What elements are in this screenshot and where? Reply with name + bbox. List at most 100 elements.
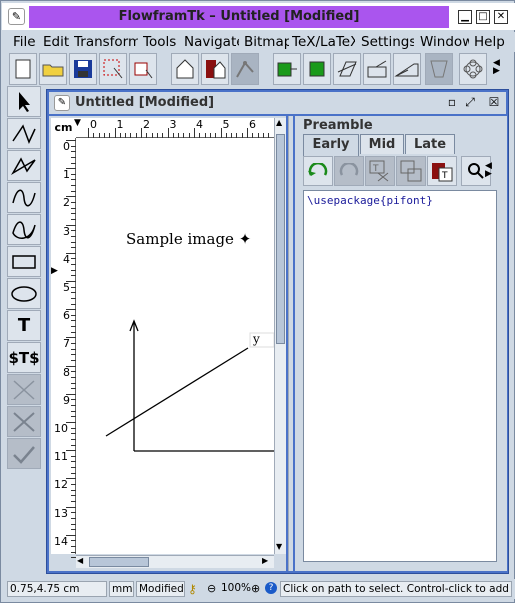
select-with-arrow-icon[interactable] — [129, 53, 157, 85]
hruler-major-tick — [247, 128, 248, 138]
cut-icon[interactable]: T — [365, 156, 395, 186]
green-object-forward-icon[interactable] — [273, 53, 301, 85]
vruler-label: 4 — [63, 252, 70, 266]
save-icon[interactable] — [69, 53, 97, 85]
ellipse-icon[interactable] — [7, 278, 41, 309]
text-icon[interactable]: T — [7, 310, 41, 341]
select-area-icon[interactable] — [99, 53, 127, 85]
preamble-editor[interactable]: \usepackage{pifont} — [303, 190, 497, 562]
open-line-icon[interactable] — [7, 118, 41, 149]
toolbar-overflow-icon[interactable]: ◀ ▶ — [493, 59, 500, 76]
scroll-up-icon[interactable]: ▲ — [276, 118, 282, 127]
hruler-label: 4 — [196, 118, 203, 131]
math-text-icon[interactable]: $T$ — [7, 342, 41, 373]
minimize-icon[interactable]: ▁ — [458, 10, 472, 24]
y-axis-label[interactable]: y — [253, 332, 260, 346]
menu-navigate[interactable]: Navigate — [184, 34, 239, 50]
preamble-toolbar-overflow-icon[interactable]: ◀ ▶ — [485, 162, 492, 179]
vruler-label: 14 — [54, 534, 68, 548]
vruler-label: 5 — [63, 281, 70, 294]
open-curve-icon[interactable] — [7, 182, 41, 213]
zoom-level[interactable]: 100% — [221, 582, 251, 594]
skew-icon[interactable] — [333, 53, 361, 85]
shape-merge-icon[interactable] — [425, 53, 453, 85]
status-message: Click on path to select. Control-click t… — [280, 581, 512, 597]
disabled-cross-1-icon[interactable] — [7, 374, 41, 405]
green-object-back-icon[interactable] — [303, 53, 331, 85]
menu-help[interactable]: Help — [474, 34, 510, 50]
close-icon[interactable]: ☒ — [487, 96, 501, 110]
document-window: ✎ Untitled [Modified] ▫ ⤢ ☒ cm 0 1 2 3 4 5 6 ▼ … — [46, 89, 509, 574]
menu-file[interactable]: File — [13, 34, 41, 50]
scroll-down-icon[interactable]: ▼ — [276, 542, 282, 551]
horizontal-scrollbar[interactable]: ◀ ▶ — [76, 555, 274, 568]
zoom-in-icon[interactable]: ⊕ — [251, 582, 260, 595]
rectangle-icon[interactable] — [7, 246, 41, 277]
hruler-label: 1 — [116, 118, 124, 131]
hruler-label: 0 — [90, 118, 97, 131]
scale-icon[interactable] — [393, 53, 421, 85]
tab-late[interactable]: Late — [405, 134, 455, 154]
vruler-label: 9 — [63, 393, 70, 407]
house-frame-icon[interactable] — [171, 53, 199, 85]
disabled-check-icon[interactable] — [7, 438, 41, 469]
undo-icon[interactable] — [303, 156, 333, 186]
tab-mid[interactable]: Mid — [360, 134, 404, 154]
menu-edit[interactable]: Edit — [43, 34, 72, 50]
menu-window[interactable]: Window — [420, 34, 469, 50]
menu-settings[interactable]: Settings — [361, 34, 414, 50]
svg-text:T: T — [441, 171, 448, 181]
drawing-canvas[interactable]: Sample image ✦ y — [76, 138, 274, 554]
pattern-icon[interactable] — [459, 53, 487, 85]
select-arrow-icon[interactable] — [7, 86, 41, 117]
status-unit[interactable]: mm — [109, 581, 134, 597]
iconify-icon[interactable]: ▫ — [445, 96, 459, 110]
split-pane-divider[interactable] — [288, 116, 293, 571]
new-file-icon[interactable] — [9, 53, 37, 85]
horizontal-scroll-thumb[interactable] — [89, 557, 149, 567]
menu-bitmap[interactable]: Bitmap — [244, 34, 289, 50]
open-folder-icon[interactable] — [39, 53, 67, 85]
hruler-major-tick — [194, 128, 195, 138]
preamble-panel: Preamble Early Mid Late T T ◀ ▶ \usepack… — [295, 116, 507, 571]
maximize-icon[interactable]: □ — [476, 10, 490, 24]
flowframtk-icon[interactable]: ✎ — [8, 8, 25, 25]
editor-command: \usepackage — [307, 194, 380, 207]
vertical-scroll-thumb[interactable] — [276, 134, 285, 344]
hruler-major-tick — [167, 128, 169, 138]
vruler-label: 2 — [63, 196, 70, 210]
hruler-major-tick — [88, 128, 89, 138]
vruler-label: 12 — [54, 478, 68, 492]
copy-icon[interactable] — [396, 156, 426, 186]
redo-icon[interactable] — [334, 156, 364, 186]
vruler-label: 7 — [63, 337, 70, 351]
maximize-icon[interactable]: ⤢ — [463, 96, 477, 110]
editor-argument: {pifont} — [379, 194, 433, 207]
zoom-out-icon[interactable]: ⊖ — [207, 582, 216, 595]
menu-tex-latex[interactable]: TeX/LaTeX — [292, 34, 355, 50]
vruler-label: 13 — [54, 506, 68, 520]
status-bar: 0.75,4.75 cm mm Modified ⚷ ⊖ 100% ⊕ ? Cl… — [2, 579, 515, 599]
scroll-left-icon[interactable]: ◀ — [77, 556, 83, 565]
menu-tools[interactable]: Tools — [143, 34, 180, 50]
vruler-position-marker: ▶ — [51, 266, 58, 276]
tab-early[interactable]: Early — [303, 134, 359, 156]
hruler-major-tick — [141, 128, 142, 138]
paste-icon[interactable]: T — [427, 156, 457, 186]
close-icon[interactable]: ✕ — [494, 10, 508, 24]
house-red-icon[interactable] — [201, 53, 229, 85]
key-icon[interactable]: ⚷ — [188, 582, 197, 596]
menu-transform[interactable]: Transform — [74, 34, 138, 50]
path-select-icon[interactable] — [231, 53, 259, 85]
vruler-label: 3 — [63, 224, 70, 238]
vruler-label: 0 — [63, 140, 70, 153]
drawing-paths[interactable] — [76, 138, 274, 554]
closed-curve-icon[interactable] — [7, 214, 41, 245]
vruler-label: 10 — [54, 422, 68, 435]
scroll-right-icon[interactable]: ▶ — [262, 556, 268, 565]
help-icon[interactable]: ? — [265, 582, 277, 594]
rotate-icon[interactable] — [363, 53, 391, 85]
vertical-scrollbar[interactable]: ▲ ▼ — [274, 118, 286, 554]
disabled-cross-2-icon[interactable] — [7, 406, 41, 437]
closed-line-icon[interactable] — [7, 150, 41, 181]
